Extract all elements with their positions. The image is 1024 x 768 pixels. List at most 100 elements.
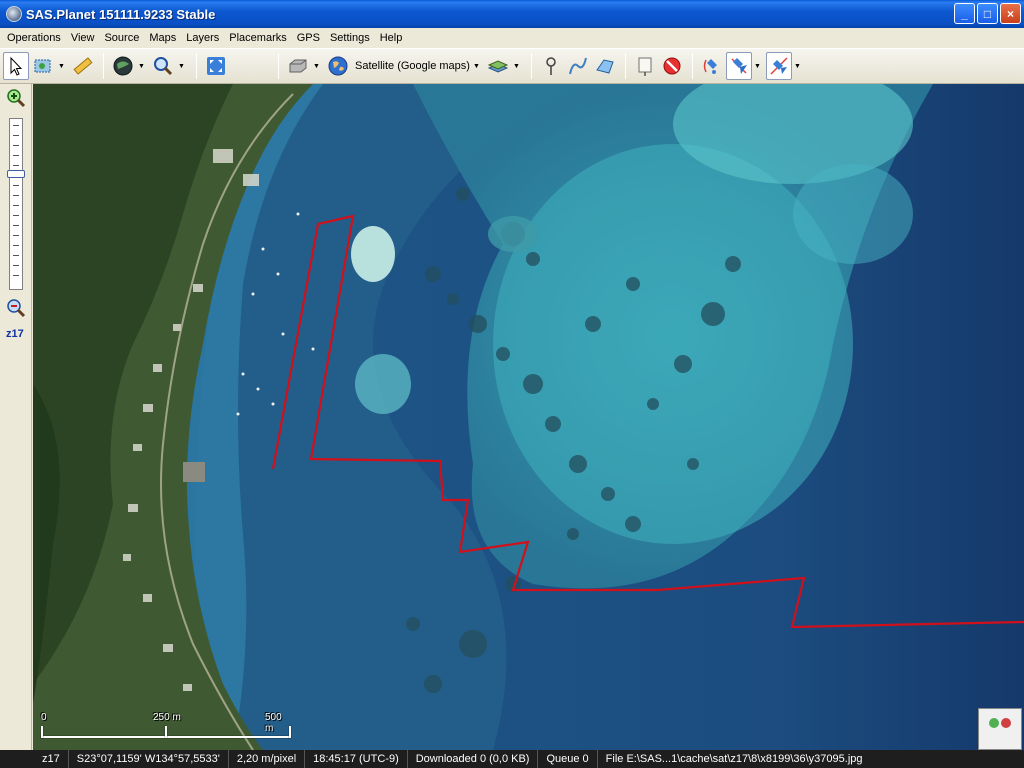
select-region-button[interactable] <box>30 52 56 80</box>
zoom-level-label: z17 <box>6 328 24 340</box>
add-polygon-button[interactable] <box>592 52 618 80</box>
scale-tick <box>289 726 291 738</box>
select-region-dropdown[interactable]: ▼ <box>57 52 66 80</box>
toolbar-separator <box>624 53 626 79</box>
menu-settings[interactable]: Settings <box>325 28 375 48</box>
cursor-arrow-icon <box>10 56 23 76</box>
menu-placemarks[interactable]: Placemarks <box>224 28 291 48</box>
scale-tick <box>165 726 167 738</box>
status-resolution: 2,20 m/pixel <box>229 750 306 768</box>
satellite-imagery <box>33 84 1024 750</box>
toolbar-separator <box>691 53 693 79</box>
zoom-tick <box>13 145 19 146</box>
zoom-tick <box>13 155 19 156</box>
toolbar-separator <box>103 53 104 79</box>
gps-connect-button[interactable] <box>699 52 725 80</box>
menu-layers[interactable]: Layers <box>181 28 224 48</box>
layers-dropdown[interactable]: ▼ <box>512 52 521 80</box>
map-source-globe[interactable] <box>325 52 351 80</box>
zoom-tick <box>13 205 19 206</box>
zoom-tick <box>13 245 19 246</box>
add-placemark-button[interactable] <box>538 52 564 80</box>
zoom-in-icon[interactable] <box>6 88 26 108</box>
zoom-tick <box>13 165 19 166</box>
menu-bar: Operations View Source Maps Layers Place… <box>0 28 1024 48</box>
ruler-button[interactable] <box>70 52 96 80</box>
zoom-out-icon[interactable] <box>6 298 26 318</box>
minimize-button[interactable]: _ <box>954 3 975 24</box>
zoom-slider[interactable] <box>9 118 23 290</box>
dark-globe-icon <box>113 56 133 76</box>
menu-view[interactable]: View <box>66 28 100 48</box>
add-path-button[interactable] <box>565 52 591 80</box>
zoom-tick <box>13 195 19 196</box>
status-queue: Queue 0 <box>538 750 598 768</box>
scale-label-end: 500 m <box>265 712 282 734</box>
scale-label-zero: 0 <box>41 712 47 723</box>
toolbar-separator <box>530 53 532 79</box>
minimap-panel[interactable] <box>978 708 1022 750</box>
gps-center-dropdown[interactable]: ▼ <box>793 52 802 80</box>
zoom-panel: z17 <box>0 84 32 750</box>
hide-placemarks-button[interactable] <box>659 52 685 80</box>
pointer-tool-button[interactable] <box>3 52 29 80</box>
status-downloaded: Downloaded 0 (0,0 KB) <box>408 750 539 768</box>
window-title: SAS.Planet 151111.9233 Stable <box>26 6 216 22</box>
satellite-center-icon <box>770 57 788 75</box>
zoom-tick <box>13 235 19 236</box>
map-source-dropdown[interactable]: ▼ <box>472 52 481 80</box>
status-file-path: File E:\SAS...1\cache\sat\z17\8\x8199\36… <box>605 753 863 765</box>
scale-tick <box>41 726 43 738</box>
map-viewport[interactable]: 0 250 m 500 m <box>33 84 1024 750</box>
zoom-tick <box>13 215 19 216</box>
zoom-tool-button[interactable] <box>150 52 176 80</box>
zoom-tick <box>13 125 19 126</box>
zoom-tick <box>13 275 19 276</box>
earth-globe-icon <box>328 56 348 76</box>
main-toolbar: ▼ ▼ ▼ ▼ Satellite (Google maps) ▼ ▼ ▼ ▼ <box>0 48 1024 84</box>
menu-operations[interactable]: Operations <box>2 28 66 48</box>
maximize-button[interactable]: □ <box>977 3 998 24</box>
scale-bar: 0 250 m 500 m <box>41 712 291 740</box>
minimap-collapse-icon[interactable] <box>1001 718 1011 728</box>
region-select-icon <box>34 59 51 73</box>
toolbar-separator <box>278 53 279 79</box>
map-source-selector[interactable]: Satellite (Google maps) <box>355 60 470 72</box>
cache-storage-button[interactable] <box>285 52 311 80</box>
fullscreen-icon <box>207 57 225 75</box>
zoom-tick <box>13 265 19 266</box>
zoom-slider-thumb[interactable] <box>7 170 25 178</box>
placemark-manager-button[interactable] <box>632 52 658 80</box>
pin-icon <box>546 57 556 75</box>
menu-maps[interactable]: Maps <box>144 28 181 48</box>
toolbar-separator <box>196 53 197 79</box>
gps-center-button[interactable] <box>765 52 792 80</box>
close-button[interactable]: × <box>1000 3 1021 24</box>
title-bar: SAS.Planet 151111.9233 Stable _ □ × <box>0 0 1024 28</box>
status-zoom: z17 <box>0 750 69 768</box>
app-icon[interactable] <box>6 6 22 22</box>
cache-storage-dropdown[interactable]: ▼ <box>312 52 321 80</box>
menu-gps[interactable]: GPS <box>292 28 325 48</box>
status-bar: z17 S23°07,1159' W134°57,5533' 2,20 m/pi… <box>0 750 1024 768</box>
minimap-expand-icon[interactable] <box>989 718 999 728</box>
gps-track-dropdown[interactable]: ▼ <box>753 52 762 80</box>
ruler-icon <box>73 57 93 75</box>
layers-button[interactable] <box>485 52 511 80</box>
globe-mode-button[interactable] <box>110 52 136 80</box>
placemark-list-icon <box>638 57 652 76</box>
no-entry-icon <box>663 57 681 75</box>
zoom-tick <box>13 225 19 226</box>
gps-track-button[interactable] <box>725 52 752 80</box>
status-time: 18:45:17 (UTC-9) <box>305 750 408 768</box>
path-icon <box>568 57 587 75</box>
fullscreen-button[interactable] <box>203 52 229 80</box>
status-coordinates: S23°07,1159' W134°57,5533' <box>69 750 229 768</box>
menu-source[interactable]: Source <box>99 28 144 48</box>
zoom-tool-dropdown[interactable]: ▼ <box>177 52 186 80</box>
window-controls: _ □ × <box>954 3 1021 24</box>
satellite-track-icon <box>731 58 747 74</box>
menu-help[interactable]: Help <box>375 28 408 48</box>
globe-mode-dropdown[interactable]: ▼ <box>137 52 146 80</box>
satellite-signal-icon <box>703 59 717 74</box>
